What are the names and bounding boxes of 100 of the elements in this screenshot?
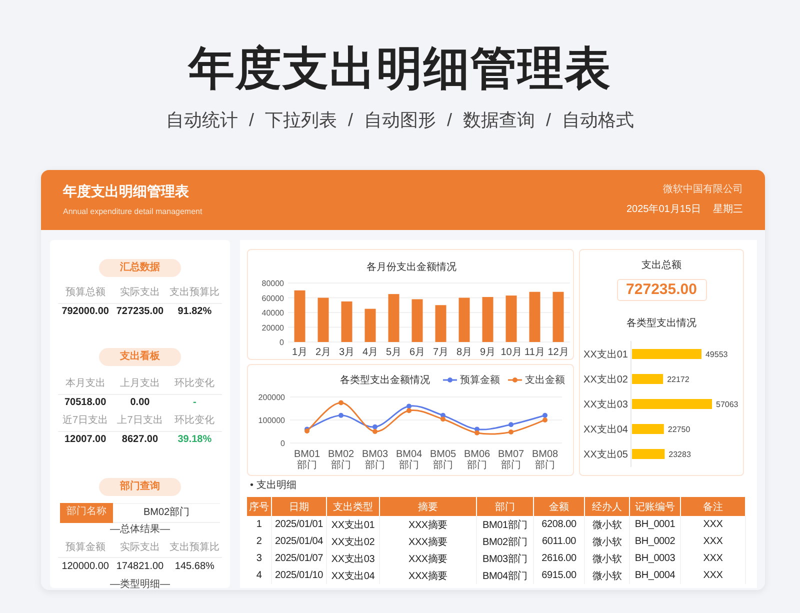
legend-marker-icon [443,377,457,383]
company-name: 微软中国有限公司 [663,183,743,197]
table-cell: 6011.00 [534,533,584,550]
table-cell: XXX [680,533,746,550]
stat-value: 792000.00 [60,305,110,319]
stat-label: 近7日支出 [58,411,113,432]
stat-label: 上7日支出 [112,411,168,432]
table-cell: XXX [680,516,746,533]
stat-value: 0.00 [129,396,151,410]
axis-category-label: 8月 [456,347,472,358]
column-header: 记账编号 [630,497,680,516]
bar [412,299,423,342]
stat-value: 8627.00 [120,433,160,447]
table-cell: 3 [247,550,272,567]
axis-category-label: 10月 [500,347,522,358]
axis-category-label: 6月 [409,347,426,358]
axis-category-label: 7月 [432,347,449,358]
page-subtitle: 自动统计 / 下拉列表 / 自动图形 / 数据查询 / 自动格式 [164,109,635,132]
data-label: 22172 [666,375,689,384]
date-text: 2025年01月15日 [626,203,701,217]
column-header: 日期 [272,497,326,516]
table-cell: XX支出01 [326,516,380,533]
chart-title: 各月份支出金额情况 [366,262,456,273]
table-cell: BM01部门 [476,516,534,533]
section-pill: 支出看板 [99,348,181,366]
stat-label: 支出预算比 [167,283,222,304]
axis-category-label: 1月 [292,347,308,358]
axis-category-label: XX支出04 [583,424,628,436]
column-header: 金额 [534,497,584,516]
stat-value: 727235.00 [115,305,165,319]
bar [458,298,470,342]
table-cell: 2025/01/01 [272,516,326,533]
page-title: 年度支出明细管理表 [186,41,612,96]
axis-tick-label: 20000 [262,323,284,332]
stat-value: 70518.00 [63,396,108,410]
section-subheading: —总体结果— [109,522,171,537]
stat-label: 本月支出 [58,374,113,395]
axis-category-label: 3月 [338,347,355,358]
table-cell: 2 [247,533,272,550]
stat-label: 环比变化 [167,374,222,395]
table-cell: 6915.00 [534,567,584,584]
axis-tick-label: 0 [280,439,285,448]
section-pill: 部门查询 [99,478,181,496]
data-label: 22750 [667,425,690,434]
column-header: 备注 [680,497,746,516]
dept-select-field[interactable]: BM02部门 [113,503,220,523]
axis-tick-label: 0 [280,338,284,347]
axis-category-label: BM01部门 [292,449,322,471]
bar [506,296,517,342]
stat-label: 上月支出 [112,374,168,395]
axis-category-label: BM08部门 [530,449,560,471]
panel-title: 支出总额 [642,259,682,273]
total-amount: 727235.00 [616,279,706,301]
bar [529,292,540,342]
table-cell: 微小软 [584,567,630,584]
data-point-marker [508,429,514,434]
bar [632,449,664,459]
table-cell: 微小软 [584,533,630,550]
stat-value: 91.82% [176,305,213,319]
table-cell: XXX摘要 [380,567,476,584]
bar [632,424,664,434]
data-label: 23283 [668,450,690,459]
legend-marker-icon [508,377,522,383]
table-cell: BH_0003 [630,550,680,567]
table-cell: BH_0002 [630,533,680,550]
axis-category-label: XX支出02 [583,374,628,386]
axis-category-label: 11月 [524,347,545,358]
column-header: 支出类型 [326,497,380,516]
axis-tick-label: 200000 [258,393,285,402]
stat-value: 174821.00 [115,560,165,574]
stat-value: 12007.00 [63,433,108,447]
axis-category-label: 9月 [480,347,496,358]
data-point-marker [338,412,344,418]
table-cell: XX支出02 [326,533,380,550]
table-cell: 微小软 [584,550,630,567]
column-header: 序号 [247,497,272,516]
bar [435,305,446,342]
stat-value: 120000.00 [60,560,110,574]
table-cell: 2616.00 [534,550,584,567]
axis-category-label: BM03部门 [360,449,390,471]
table-cell: XXX摘要 [380,550,476,567]
axis-category-label: 4月 [362,347,378,358]
table-cell: XXX [680,567,746,584]
table-cell: 微小软 [584,516,630,533]
table-cell: 1 [247,516,272,533]
axis-category-label: BM07部门 [496,449,526,471]
stat-label: 实际支出 [112,283,168,304]
table-cell: 4 [247,567,272,584]
report-title: 年度支出明细管理表 [63,182,189,200]
table-cell: 2025/01/04 [272,533,326,550]
axis-category-label: XX支出01 [583,350,628,360]
axis-tick-label: 60000 [262,294,284,303]
table-cell: XXX摘要 [380,516,476,533]
axis-category-label: XX支出05 [583,450,628,460]
axis-category-label: BM06部门 [462,449,492,471]
table-cell: 2025/01/10 [272,567,326,584]
legend-label: 支出金额 [525,374,565,387]
bar [552,292,564,342]
legend-label: 预算金额 [460,374,500,387]
axis-category-label: 5月 [386,347,402,358]
